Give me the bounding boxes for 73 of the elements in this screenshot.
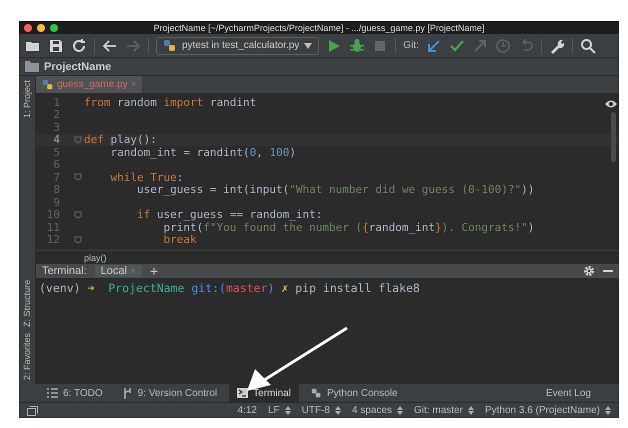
folder-icon: [25, 61, 39, 72]
code-line: if user_guess == random_int:: [136, 208, 322, 222]
terminal-icon: [237, 388, 248, 398]
breadcrumb[interactable]: play(): [84, 252, 107, 262]
fold-marker-icon[interactable]: [74, 236, 82, 244]
terminal-label: Terminal:: [42, 265, 87, 277]
window-title: ProjectName [~/PycharmProjects/ProjectName] - .../guess_game.py [ProjectName]: [152, 22, 486, 32]
tool-window-tab[interactable]: Python Console: [302, 384, 406, 402]
back-arrow-icon[interactable]: [102, 38, 118, 54]
line-number: 5: [52, 146, 60, 159]
git-label: Git:: [403, 40, 419, 51]
code-line: print(f"You found the number ({random_int}). Congrats!"): [163, 220, 534, 234]
tool-window-tab[interactable]: 9: Version Control: [114, 384, 226, 402]
line-number: 8: [52, 183, 60, 196]
status-item[interactable]: 4:12: [238, 405, 257, 416]
caret-icon: [304, 42, 312, 48]
branch-icon: [122, 388, 133, 398]
layout-icon[interactable]: [27, 406, 38, 416]
status-item[interactable]: UTF-8: [302, 405, 330, 416]
settings-icon[interactable]: [583, 265, 595, 277]
event-log-tab[interactable]: Event Log: [538, 384, 599, 402]
line-number: 11: [46, 220, 60, 234]
bug-icon[interactable]: [349, 38, 366, 54]
shell-session-tab[interactable]: Local ×: [94, 265, 142, 277]
fold-marker-icon[interactable]: [74, 173, 82, 182]
list-icon: [47, 388, 58, 398]
tool-window-tab[interactable]: Terminal: [229, 384, 299, 402]
status-item[interactable]: Python 3.6 (ProjectName): [484, 405, 600, 416]
close-button[interactable]: [24, 24, 32, 32]
tool-window-label[interactable]: Z: Structure: [22, 124, 32, 327]
save-icon[interactable]: [48, 38, 64, 54]
code-line: break: [162, 233, 197, 246]
code-line: user_guess = int(input("What number did we guess (0-100)?")): [136, 183, 534, 196]
search-icon[interactable]: [580, 38, 596, 54]
commit-check-icon[interactable]: [448, 38, 465, 54]
scrollbar-thumb[interactable]: [611, 112, 616, 162]
minimize-button[interactable]: [37, 24, 45, 32]
project-breadcrumb[interactable]: ProjectName: [44, 60, 112, 72]
line-number: 9: [52, 196, 60, 209]
status-item[interactable]: LF: [268, 405, 280, 416]
code-line: def play():: [84, 133, 157, 146]
tool-window-tab[interactable]: 6: TODO: [39, 384, 111, 402]
eye-icon[interactable]: [605, 100, 617, 108]
code-line: from random import randint: [84, 96, 256, 109]
run-icon[interactable]: [326, 38, 342, 54]
wrench-icon[interactable]: [548, 38, 565, 54]
status-item[interactable]: Git: master: [414, 405, 463, 416]
line-number: 6: [52, 158, 60, 172]
tool-window-label[interactable]: 2: Favorites: [22, 332, 32, 380]
fold-marker-icon[interactable]: [74, 210, 82, 219]
code-line: while True:: [109, 170, 184, 184]
line-number: 10: [46, 208, 60, 222]
tab-label: guess_game.py: [57, 79, 128, 90]
fold-marker-icon[interactable]: [74, 136, 82, 144]
terminal-command-line: (venv) ➜ ProjectName git:(master) ✗ pip install flake8: [39, 281, 420, 295]
run-configuration-dropdown[interactable]: pytest in test_calculator.py: [156, 36, 320, 54]
python-icon: [310, 388, 322, 398]
tool-window-label[interactable]: 1: Project: [22, 80, 32, 118]
python-file-icon: [163, 38, 177, 52]
sync-icon[interactable]: [71, 38, 87, 54]
line-number: 3: [52, 120, 60, 134]
update-arrow-icon[interactable]: [426, 38, 442, 54]
maximize-button[interactable]: [50, 24, 58, 32]
status-item[interactable]: 4 spaces: [352, 405, 392, 416]
line-number: 2: [52, 108, 60, 122]
code-line: random_int = randint(0, 100): [109, 146, 296, 159]
line-number: 7: [52, 170, 60, 184]
new-tab-button[interactable]: +: [150, 263, 158, 279]
line-number: 4: [52, 133, 60, 146]
python-file-icon: [42, 78, 54, 90]
minimize-icon[interactable]: [603, 269, 613, 273]
line-number: 12: [46, 233, 60, 246]
line-number: 1: [52, 96, 60, 109]
